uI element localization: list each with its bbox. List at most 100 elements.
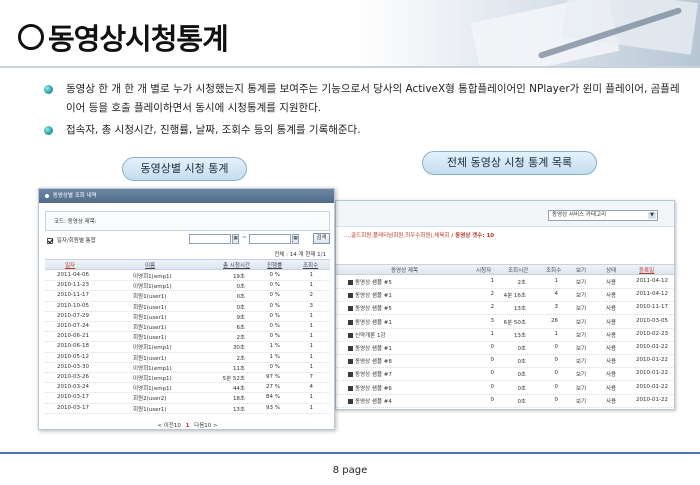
column-header: 상태 [606, 268, 617, 274]
table-header: 일자 이름 총 시청시간 진행률 조회수 [45, 259, 330, 270]
table-row[interactable]: 동영상 샘플 #1 2 4분 16초 4 보기 사용 2011-04-12 [336, 289, 674, 303]
table-cell: 0 % [269, 302, 280, 309]
table-row[interactable]: 동영상 샘플 #4 0 0초 0 보기 사용 2010-01-22 [336, 395, 674, 408]
view-link[interactable]: 보기 [576, 304, 586, 312]
view-link[interactable]: 보기 [576, 397, 586, 405]
per-video-stats-panel: 동영상별 조회 내역 코드: 동영상 제목: 일자/회원별 통합 ▦ ~ ▦ 검… [38, 188, 335, 430]
view-link[interactable]: 보기 [576, 291, 586, 299]
column-header[interactable]: 시청자 [476, 266, 491, 274]
table-cell: 2010-06-18 [57, 343, 89, 350]
table-cell: 회원1(user1) [133, 314, 167, 321]
table-row[interactable]: 동영상 샘플 #1 0 0초 0 보기 사용 2010-01-22 [336, 342, 674, 355]
end-date-input[interactable] [249, 234, 291, 244]
column-header[interactable]: 이름 [145, 261, 155, 269]
category-select[interactable]: 동영상 서비스 카테고리 ▼ [548, 210, 658, 221]
prev-page-link[interactable]: < 이전10 [157, 423, 180, 429]
table-row[interactable]: 동영상 샘플 #6 0 0초 0 보기 사용 2010-01-22 [336, 382, 674, 395]
table-cell: 2010-03-17 [57, 394, 89, 401]
table-cell: 2011-04-12 [636, 291, 668, 298]
table-cell: 0초 [236, 294, 245, 301]
table-cell: 1 [309, 333, 314, 340]
column-header[interactable]: 조회시간 [508, 266, 528, 274]
table-cell: 27 % [266, 384, 280, 391]
view-link[interactable]: 보기 [576, 331, 586, 339]
video-title-link[interactable]: 동영상 샘플 #8 [348, 357, 392, 365]
view-link[interactable]: 보기 [576, 278, 586, 286]
calendar-icon[interactable]: ▦ [292, 234, 299, 244]
video-title-link[interactable]: 동영상 샘플 #6 [348, 384, 392, 392]
table-cell: 3 [309, 302, 314, 309]
table-cell: 1 [309, 312, 314, 319]
table-cell: 13초 [513, 332, 526, 339]
table-cell: 0초 [236, 284, 245, 291]
column-header[interactable]: 등록일 [639, 266, 654, 274]
table-row: 2010-03-24 이영희1(emp1) 44초 27 % 4 [45, 383, 330, 394]
view-link[interactable]: 보기 [576, 357, 586, 365]
video-title: 동영상 샘플 #5 [355, 280, 392, 286]
column-header[interactable]: 일자 [65, 261, 75, 269]
table-cell: 2 [490, 291, 495, 298]
video-title: 신약개론 1강 [355, 332, 386, 339]
date-separator: ~ [242, 235, 247, 241]
title-row: 동영상시청통계 [18, 16, 229, 58]
table-cell: 84 % [266, 394, 280, 401]
table-row[interactable]: 동영상 샘플 #5 1 2초 1 보기 사용 2011-04-12 [336, 276, 674, 289]
bullet-dot-icon [44, 126, 53, 135]
table-cell: 2010-03-05 [636, 317, 668, 324]
table-cell: 1 [309, 394, 314, 401]
table-cell: 13초 [513, 306, 526, 313]
view-link[interactable]: 보기 [576, 318, 586, 326]
merge-checkbox-row[interactable]: 일자/회원별 통합 [47, 236, 96, 244]
table-cell: 1 [309, 323, 314, 329]
view-link[interactable]: 보기 [576, 344, 586, 352]
start-date-input[interactable] [189, 234, 231, 244]
video-title-link[interactable]: 동영상 샘플 #1 [348, 291, 392, 299]
table-cell: 사용 [606, 385, 617, 392]
table-cell: 2010-11-23 [57, 282, 89, 289]
calendar-icon[interactable]: ▦ [232, 234, 239, 244]
footer-divider [0, 452, 700, 454]
video-title-link[interactable]: 신약개론 1강 [348, 331, 386, 339]
next-page-link[interactable]: 다음10 > [194, 423, 217, 429]
table-cell: 0 % [269, 363, 280, 370]
table-cell: 2010-11-17 [57, 292, 89, 299]
column-header[interactable]: 진행률 [267, 261, 282, 269]
column-header[interactable]: 동영상 제목 [391, 266, 418, 274]
video-title: 동영상 샘플 #1 [355, 319, 392, 326]
table-cell: 0 % [269, 272, 280, 278]
column-header[interactable]: 조회수 [546, 266, 561, 274]
video-title-link[interactable]: 동영상 샘플 #5 [348, 304, 392, 312]
video-icon [348, 346, 353, 351]
video-title-link[interactable]: 동영상 샘플 #5 [348, 278, 392, 286]
table-cell: 4 [554, 291, 559, 298]
table-cell: 2010-01-22 [636, 370, 668, 377]
current-page[interactable]: 1 [186, 423, 190, 429]
video-title-link[interactable]: 동영상 샘플 #1 [348, 344, 392, 352]
table-row[interactable]: 동영상 샘플 #8 0 0초 0 보기 사용 2010-01-22 [336, 355, 674, 369]
column-header[interactable]: 총 시청시간 [223, 261, 250, 269]
table-cell: 1 % [269, 353, 280, 360]
video-title-link[interactable]: 동영상 샘플 #1 [348, 318, 392, 326]
filter-groups: ...,골드회원,플래티넘회원,최우수회원),체육회 [344, 233, 450, 239]
table-row[interactable]: 신약개론 1강 1 13초 1 보기 사용 2010-02-23 [336, 329, 674, 342]
view-link[interactable]: 보기 [576, 370, 586, 378]
view-link[interactable]: 보기 [576, 384, 586, 392]
video-title-link[interactable]: 동영상 샘플 #4 [348, 397, 392, 405]
table-cell: 0 % [269, 292, 280, 299]
merge-checkbox[interactable] [47, 237, 53, 244]
table-row[interactable]: 동영상 샘플 #7 0 0초 0 보기 사용 2010-01-22 [336, 368, 674, 382]
table-row[interactable]: 동영상 샘플 #5 2 13초 3 보기 사용 2010-11-17 [336, 302, 674, 316]
table-cell: 0 [490, 344, 495, 350]
table-cell: 사용 [606, 332, 617, 339]
table-cell: 사용 [606, 398, 617, 405]
table-cell: 97 % [266, 374, 280, 380]
column-header: 보기 [576, 268, 587, 274]
search-button[interactable]: 검색 [313, 233, 330, 244]
table-row: 2010-10-05 회원1(user1) 0초 0 % 3 [45, 302, 330, 312]
table-cell: 6분 50초 [503, 319, 526, 326]
table-cell: 11초 [232, 365, 245, 372]
column-header[interactable]: 조회수 [303, 261, 318, 269]
video-title-link[interactable]: 동영상 샘플 #7 [348, 370, 392, 378]
page-number: 8 page [332, 465, 368, 476]
table-row[interactable]: 동영상 샘플 #1 3 6분 50초 26 보기 사용 2010-03-05 [336, 316, 674, 329]
